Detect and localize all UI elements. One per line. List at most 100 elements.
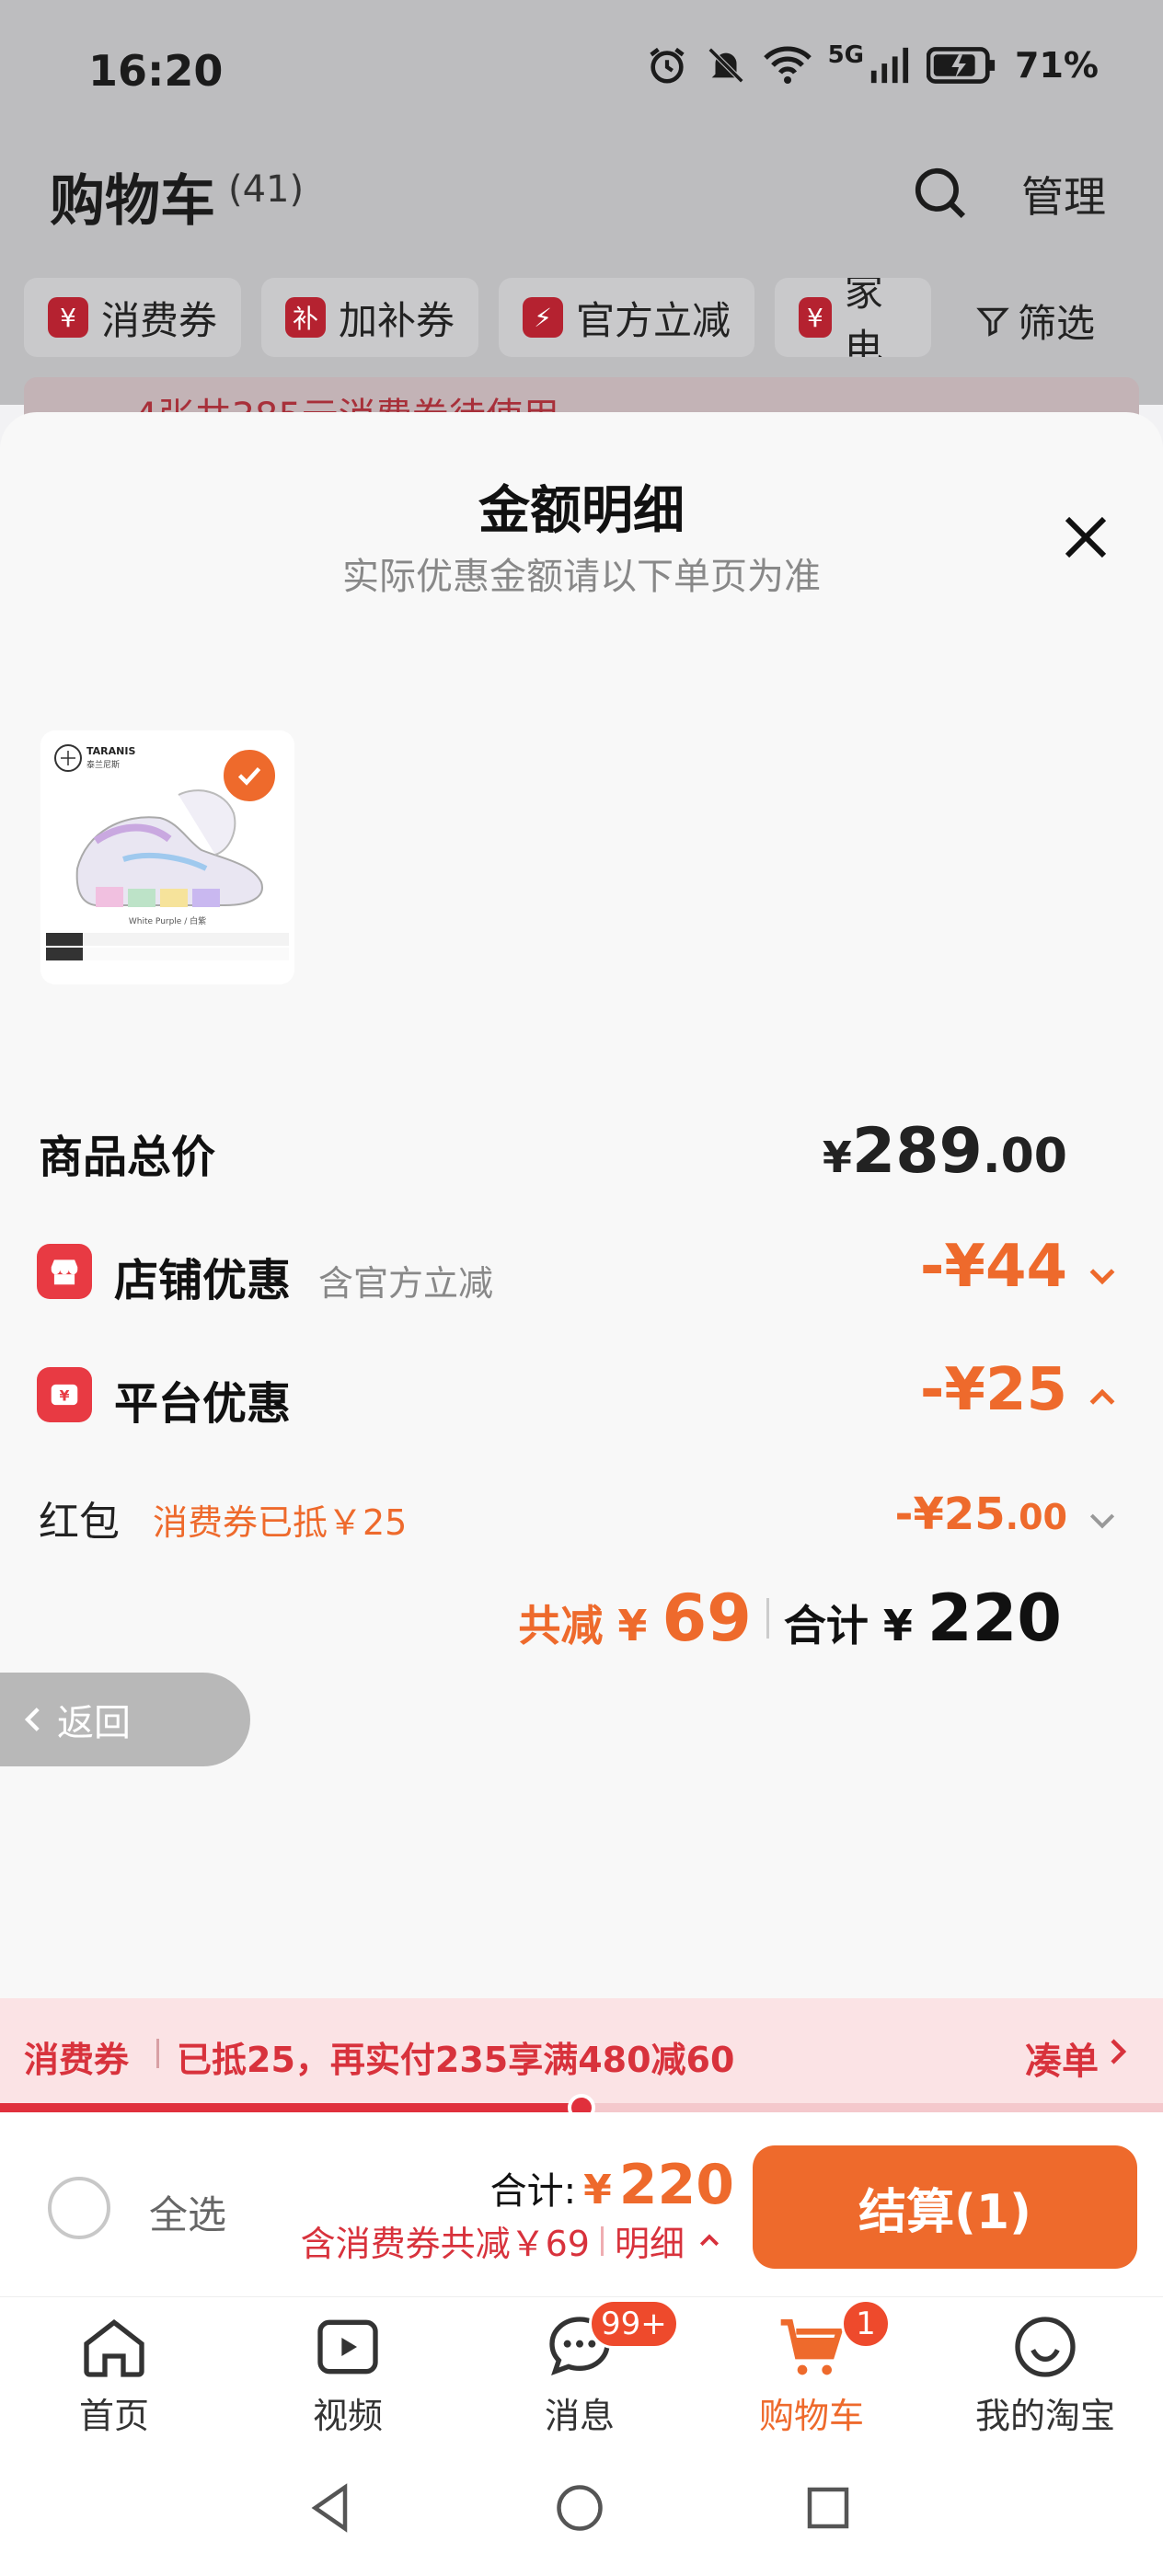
checkout-total-amount: 220 <box>618 2153 734 2217</box>
home-circle-icon[interactable] <box>552 2480 607 2536</box>
chevron-up-icon <box>699 2233 720 2246</box>
checkout-bar: 全选 合计: ¥ 220 含消费券共减￥69 明细 结算(1) <box>0 2112 1163 2296</box>
back-button[interactable]: 返回 <box>0 1673 250 1766</box>
profile-icon <box>1015 2317 1076 2377</box>
video-icon <box>317 2319 378 2375</box>
battery-level: 71% <box>1015 45 1099 86</box>
filter-button[interactable]: 筛选 <box>975 293 1095 349</box>
select-all-label[interactable]: 全选 <box>149 2184 226 2240</box>
status-time: 16:20 <box>88 46 224 96</box>
chevron-down-icon[interactable] <box>1084 1257 1121 1294</box>
status-bar: 16:20 5G 71% <box>0 0 1163 147</box>
checkout-total-label: 合计: <box>489 2170 577 2213</box>
platform-discount-amount: -¥25 <box>919 1356 1067 1424</box>
tab-profile[interactable]: 我的淘宝 <box>953 2310 1137 2438</box>
tab-label: 首页 <box>78 2396 149 2436</box>
status-icons: 5G 71% <box>646 41 1099 86</box>
chip-subsidy[interactable]: 补 加补券 <box>261 278 479 357</box>
tab-label: 视频 <box>312 2396 383 2436</box>
checkout-detail[interactable]: 含消费券共减￥69 明细 <box>301 2215 723 2266</box>
voucher-tag: 消费券 <box>24 2040 130 2080</box>
wifi-icon <box>763 46 812 84</box>
mute-icon <box>708 47 743 84</box>
total-amount: 220 <box>927 1581 1062 1656</box>
chip-label: 加补券 <box>339 297 455 343</box>
goods-total-row: 商品总价 ¥289.00 <box>0 1115 1163 1189</box>
recents-square-icon[interactable] <box>800 2480 856 2536</box>
shop-discount-amount: -¥44 <box>919 1233 1067 1301</box>
voucher-text: 已抵25，再实付235享满480减60 <box>177 2040 735 2080</box>
bottom-tab-bar: 首页 视频 消息 99+ 购物车 1 我的淘宝 <box>0 2296 1163 2444</box>
checkout-button[interactable]: 结算(1) <box>753 2145 1137 2269</box>
summary-line: 共减 ¥ 69 合计 ¥ 220 <box>518 1581 1062 1656</box>
search-icon[interactable] <box>911 164 968 221</box>
lightning-icon: ⚡ <box>523 297 564 338</box>
tab-label: 消息 <box>544 2396 615 2436</box>
goods-total-amount: ¥289.00 <box>822 1115 1067 1188</box>
platform-discount-row[interactable]: ¥ 平台优惠 -¥25 <box>0 1356 1163 1439</box>
chevron-left-icon <box>24 1708 40 1731</box>
brand-cn-label: 泰兰尼斯 <box>86 759 120 770</box>
shop-discount-note: 含官方立减 <box>318 1263 494 1304</box>
saved-amount: 69 <box>662 1581 752 1656</box>
chip-label: 家电 <box>844 278 883 357</box>
back-triangle-icon[interactable] <box>304 2480 359 2536</box>
chip-label: 官方立减 <box>576 297 731 343</box>
sheet-title: 金额明细 <box>478 481 685 541</box>
divider <box>156 2039 159 2068</box>
shop-discount-row[interactable]: 店铺优惠 含官方立减 -¥44 <box>0 1233 1163 1316</box>
selected-check-icon[interactable] <box>219 745 280 806</box>
voucher-icon: ¥ <box>48 297 88 338</box>
total-yen: ¥ <box>882 1601 913 1650</box>
sheet-subtitle: 实际优惠金额请以下单页为准 <box>342 556 821 598</box>
saved-yen: ¥ <box>617 1601 648 1650</box>
chip-appliance[interactable]: ¥ 家电 <box>775 278 932 357</box>
checkout-detail-text: 含消费券共减￥69 <box>300 2224 590 2264</box>
battery-icon <box>927 47 996 84</box>
tab-label: 购物车 <box>758 2396 864 2436</box>
color-label: White Purple / 白紫 <box>129 915 206 926</box>
goods-total-label: 商品总价 <box>39 1132 216 1183</box>
add-items-link[interactable]: 凑单 <box>1025 2031 1099 2085</box>
network-label: 5G <box>827 41 865 69</box>
coupon-chips: ¥ 消费券 补 加补券 ⚡ 官方立减 ¥ 家电 <box>24 278 932 357</box>
red-packet-note: 消费券已抵￥25 <box>153 1502 408 1543</box>
voucher-icon: ¥ <box>799 297 832 338</box>
system-nav-bar <box>0 2444 1163 2576</box>
signal-icon <box>870 47 909 84</box>
close-icon[interactable] <box>1058 510 1113 565</box>
chevron-down-icon[interactable] <box>1084 1501 1121 1538</box>
filter-label: 筛选 <box>1018 301 1096 346</box>
cart-icon <box>780 2319 844 2375</box>
chevron-up-icon[interactable] <box>1084 1380 1121 1417</box>
brand-label: TARANIS <box>86 745 135 757</box>
chip-consumer-voucher[interactable]: ¥ 消费券 <box>24 278 242 357</box>
checkout-total-yen: ¥ <box>583 2167 612 2214</box>
shop-discount-label: 店铺优惠 <box>114 1255 292 1306</box>
platform-icon: ¥ <box>37 1367 92 1422</box>
select-all-radio[interactable] <box>48 2177 110 2239</box>
filter-icon <box>976 307 1009 337</box>
red-packet-label: 红包 <box>39 1499 120 1546</box>
tab-home[interactable]: 首页 <box>22 2310 206 2438</box>
saved-label: 共减 <box>518 1601 604 1650</box>
chip-official-discount[interactable]: ⚡ 官方立减 <box>499 278 755 357</box>
red-packet-row[interactable]: 红包 消费券已抵￥25 -¥25.00 <box>0 1479 1163 1553</box>
manage-button[interactable]: 管理 <box>1021 164 1106 224</box>
subsidy-icon: 补 <box>285 297 327 338</box>
cart-badge: 1 <box>841 2299 891 2349</box>
tab-video[interactable]: 视频 <box>256 2310 440 2438</box>
progress-fill <box>0 2103 582 2112</box>
red-packet-amount: -¥25.00 <box>894 1489 1067 1540</box>
platform-discount-label: 平台优惠 <box>114 1378 292 1430</box>
shop-icon <box>37 1244 92 1299</box>
voucher-progress-bar: 消费券 已抵25，再实付235享满480减60 凑单 <box>0 1998 1163 2109</box>
page-title: 购物车 <box>50 169 215 234</box>
total-label: 合计 <box>783 1601 869 1650</box>
cart-count: (41) <box>228 168 305 211</box>
home-icon <box>84 2318 144 2377</box>
alarm-icon <box>649 47 685 84</box>
chevron-right-icon[interactable] <box>1106 2035 1130 2068</box>
detail-link[interactable]: 明细 <box>615 2215 685 2266</box>
divider <box>766 1598 769 1639</box>
